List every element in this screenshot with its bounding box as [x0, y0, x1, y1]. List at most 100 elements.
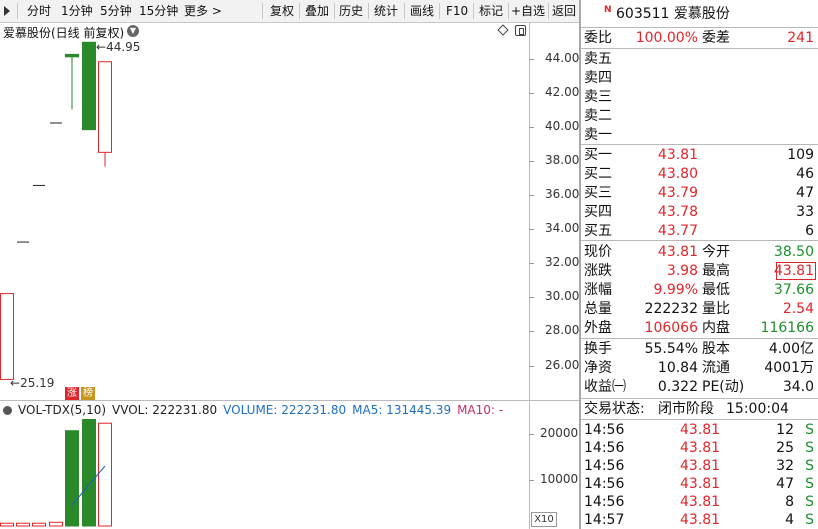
y-tick-mark	[529, 160, 534, 162]
tick-time: 14:56	[584, 476, 625, 492]
y-tick-label: 42.00	[545, 84, 580, 99]
fundamental-row: 收益㈠ 0.322 PE(动) 34.0	[584, 378, 816, 396]
tick-row: 14:56 43.81 12 S	[584, 421, 816, 439]
fundamental-value: 10.84	[657, 360, 698, 376]
stat-value: 43.81	[657, 244, 698, 260]
chevron-down-icon[interactable]: ▼	[127, 25, 139, 37]
y-tick-mark	[529, 126, 534, 128]
quote-panel: N 603511 爱慕股份 委比 100.00% 委差 241 卖五 卖四 卖三 卖二…	[581, 0, 818, 529]
buy-level-label: 买五	[584, 223, 612, 239]
buy-level-price: 43.78	[657, 204, 698, 220]
stat-label: 最低	[702, 282, 730, 298]
order-ratio-row: 委比 100.00% 委差 241	[584, 30, 814, 46]
indicator-settings-icon[interactable]	[3, 406, 12, 415]
back-button[interactable]: 返回	[552, 0, 576, 22]
draw-line-button[interactable]: 画线	[410, 0, 434, 22]
stat-label: 最高	[702, 263, 730, 279]
buy-level-price: 43.79	[657, 185, 698, 201]
buy-level-row: 买一 43.81 109	[584, 146, 816, 164]
y-tick-mark	[529, 58, 534, 60]
volume-value: VOLUME: 222231.80	[223, 403, 347, 417]
history-button[interactable]: 历史	[339, 0, 363, 22]
sell-level-label: 卖四	[584, 70, 612, 86]
tick-time: 14:56	[584, 458, 625, 474]
stat-label: 今开	[702, 244, 730, 260]
y-tick-mark	[529, 194, 534, 196]
fundamental-value: 34.0	[782, 379, 814, 395]
stat-label: 总量	[584, 301, 612, 317]
tick-volume: 12	[776, 422, 794, 438]
toolbar-divider	[299, 3, 300, 19]
limit-up-tag[interactable]: 涨	[65, 387, 79, 401]
fundamental-row: 换手 55.54% 股本 4.00亿	[584, 340, 816, 358]
y-tick-label: 32.00	[545, 255, 580, 270]
divider	[581, 240, 818, 241]
volume-indicator-name[interactable]: VOL-TDX(5,10)	[18, 403, 106, 417]
candle	[0, 293, 14, 380]
tick-price: 43.81	[680, 476, 721, 492]
play-icon[interactable]	[4, 6, 10, 16]
stat-value: 116166	[760, 320, 814, 336]
fundamental-label: 净资	[584, 360, 612, 376]
volume-multiplier: X10	[531, 512, 557, 527]
tick-side: S	[805, 440, 814, 456]
volume-tick-label: 20000	[540, 425, 579, 440]
buy-level-label: 买一	[584, 147, 612, 163]
divider	[581, 338, 818, 339]
buy-level-volume: 109	[787, 147, 814, 163]
y-tick-mark	[529, 229, 534, 231]
candle	[65, 53, 79, 110]
tab-15min[interactable]: 15分钟	[139, 0, 178, 22]
rank-tag[interactable]: 榜	[81, 387, 95, 401]
f10-button[interactable]: F10	[446, 0, 468, 22]
stat-row: 外盘 106066 内盘 116166	[584, 319, 816, 337]
stat-label: 量比	[702, 301, 730, 317]
add-watchlist-button[interactable]: +自选	[511, 0, 545, 22]
tick-side: S	[805, 494, 814, 510]
volume-chart	[0, 419, 112, 527]
tab-5min[interactable]: 5分钟	[100, 0, 132, 22]
y-tick-mark	[529, 331, 534, 333]
tick-row: 14:56 43.81 32 S	[584, 457, 816, 475]
buy-level-row: 买三 43.79 47	[584, 184, 816, 202]
stats-button[interactable]: 统计	[374, 0, 398, 22]
candle	[98, 61, 112, 167]
sell-level-row: 卖一	[584, 126, 816, 144]
sell-level-row: 卖三	[584, 88, 816, 106]
diamond-icon[interactable]	[497, 24, 509, 36]
fundamental-label: PE(动)	[702, 379, 745, 395]
tick-volume: 4	[785, 512, 794, 528]
adjust-button[interactable]: 复权	[270, 0, 294, 22]
tab-more[interactable]: 更多 >	[184, 0, 222, 22]
buy-level-volume: 6	[805, 223, 814, 239]
tick-side: S	[805, 422, 814, 438]
fundamental-value: 0.322	[657, 379, 698, 395]
tab-1min[interactable]: 1分钟	[61, 0, 93, 22]
stat-value: 38.50	[773, 244, 814, 260]
toolbar-divider	[368, 3, 369, 19]
y-axis-line	[529, 23, 530, 529]
trading-status: 交易状态: 闭市阶段 15:00:04	[584, 401, 789, 417]
y-tick-mark	[529, 365, 534, 367]
tick-volume: 8	[785, 494, 794, 510]
stat-value: 37.66	[773, 282, 814, 298]
overlay-button[interactable]: 叠加	[305, 0, 329, 22]
stat-label: 内盘	[702, 320, 730, 336]
divider	[581, 48, 818, 49]
toolbar-divider	[17, 3, 18, 19]
window-toggle-icon[interactable]	[515, 25, 526, 36]
sell-level-label: 卖一	[584, 127, 612, 143]
stat-row: 涨幅 9.99% 最低 37.66	[584, 281, 816, 299]
buy-level-volume: 47	[796, 185, 814, 201]
buy-level-row: 买四 43.78 33	[584, 203, 816, 221]
sell-level-label: 卖三	[584, 89, 612, 105]
buy-level-row: 买二 43.80 46	[584, 165, 816, 183]
mark-button[interactable]: 标记	[479, 0, 503, 22]
y-tick-mark	[529, 263, 534, 265]
tab-intraday[interactable]: 分时	[27, 0, 51, 22]
y-tick-label: 30.00	[545, 289, 580, 304]
tick-price: 43.81	[680, 458, 721, 474]
tick-price: 43.81	[680, 422, 721, 438]
tick-time: 14:57	[584, 512, 625, 528]
divider	[581, 419, 818, 420]
